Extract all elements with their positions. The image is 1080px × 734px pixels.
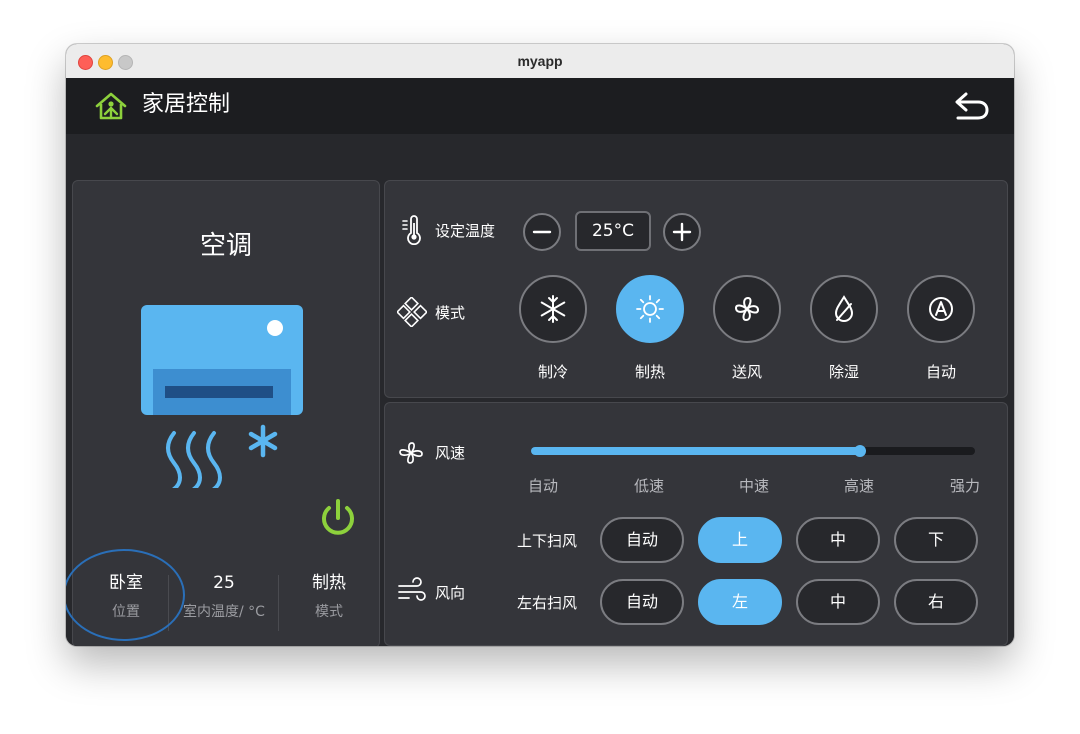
fan-speed-slider-fill <box>531 447 860 455</box>
set-temperature-label: 设定温度 <box>435 222 496 240</box>
header-bar: 家居控制 <box>66 78 1014 134</box>
vertical-down-button[interactable]: 下 <box>894 517 978 563</box>
temperature-value: 25°C <box>575 211 651 251</box>
vertical-up-button[interactable]: 上 <box>698 517 782 563</box>
wind-direction-label: 风向 <box>435 584 466 602</box>
settings-panel: 设定温度 25°C 模式 制冷 制热 送风 除湿 自动 <box>384 180 1008 398</box>
app-content: 家居控制 空调 卧室 位置 25 室内温度/ °C 制热 模式 设定温度 25°… <box>66 78 1014 646</box>
snowflake-icon <box>540 295 566 323</box>
window-title: myapp <box>517 53 563 69</box>
info-mode: 制热 模式 <box>283 571 375 623</box>
auto-icon <box>929 297 953 321</box>
horizontal-right-button[interactable]: 右 <box>894 579 978 625</box>
speed-level-label: 强力 <box>949 477 980 495</box>
indoor-temp-value: 25 <box>213 573 235 593</box>
mode-heat-button[interactable] <box>616 275 684 343</box>
mode-cool-label: 制冷 <box>537 363 568 381</box>
mode-dry-label: 除湿 <box>828 363 859 381</box>
speed-level-label: 高速 <box>843 477 874 495</box>
horizontal-auto-button[interactable]: 自动 <box>600 579 684 625</box>
sun-icon <box>636 295 664 323</box>
back-arrow-icon[interactable] <box>952 90 992 122</box>
vertical-auto-button[interactable]: 自动 <box>600 517 684 563</box>
speed-level-label: 中速 <box>738 477 769 495</box>
fan-speed-slider-handle[interactable] <box>853 445 866 457</box>
vertical-sweep-label: 上下扫风 <box>517 532 578 550</box>
device-panel: 空调 卧室 位置 25 室内温度/ °C 制热 模式 <box>66 180 380 646</box>
mode-label: 模式 <box>315 604 343 620</box>
vertical-middle-button[interactable]: 中 <box>796 517 880 563</box>
home-icon <box>95 92 127 120</box>
horizontal-left-button[interactable]: 左 <box>698 579 782 625</box>
device-name: 空调 <box>199 231 252 261</box>
page-title: 家居控制 <box>142 92 231 117</box>
fan-icon <box>735 297 759 321</box>
indoor-temp-label: 室内温度/ °C <box>183 604 265 620</box>
app-window: myapp 家居控制 空调 卧室 位置 25 室内温度/ °C 制热 模式 设定… <box>66 44 1014 646</box>
info-location: 卧室 位置 <box>83 571 169 623</box>
mode-fan-button[interactable] <box>713 275 781 343</box>
info-temperature: 25 室内温度/ °C <box>173 571 275 623</box>
mode-value: 制热 <box>312 573 346 593</box>
horizontal-sweep-label: 左右扫风 <box>517 594 578 612</box>
speed-level-label: 低速 <box>633 477 664 495</box>
minus-icon <box>532 230 552 234</box>
mode-fan-label: 送风 <box>731 363 762 381</box>
air-conditioner-illustration <box>141 305 303 488</box>
location-value: 卧室 <box>109 573 143 593</box>
info-divider <box>168 575 169 631</box>
location-label: 位置 <box>112 604 140 620</box>
window-titlebar: myapp <box>66 44 1014 79</box>
fan-speed-label: 风速 <box>435 444 466 462</box>
horizontal-middle-button[interactable]: 中 <box>796 579 880 625</box>
fan-speed-icon <box>399 442 423 464</box>
increase-temperature-button[interactable] <box>663 213 701 251</box>
thermometer-icon <box>402 215 421 245</box>
decrease-temperature-button[interactable] <box>523 213 561 251</box>
mode-diamond-icon <box>397 297 427 327</box>
mode-heat-label: 制热 <box>634 363 665 381</box>
drop-icon <box>834 295 854 322</box>
mode-row-label: 模式 <box>435 304 466 322</box>
airflow-panel: 风速 自动 低速 中速 高速 强力 风向 上下扫风 自动 上 中 下 左右扫风 … <box>384 402 1008 646</box>
mode-auto-button[interactable] <box>907 275 975 343</box>
mode-cool-button[interactable] <box>519 275 587 343</box>
plus-icon <box>672 222 692 242</box>
power-button[interactable] <box>317 497 359 539</box>
mode-dry-button[interactable] <box>810 275 878 343</box>
info-divider <box>278 575 279 631</box>
fan-speed-slider[interactable] <box>531 445 975 457</box>
mode-auto-label: 自动 <box>925 363 956 381</box>
speed-level-label: 自动 <box>527 477 558 495</box>
wind-icon <box>398 577 426 601</box>
